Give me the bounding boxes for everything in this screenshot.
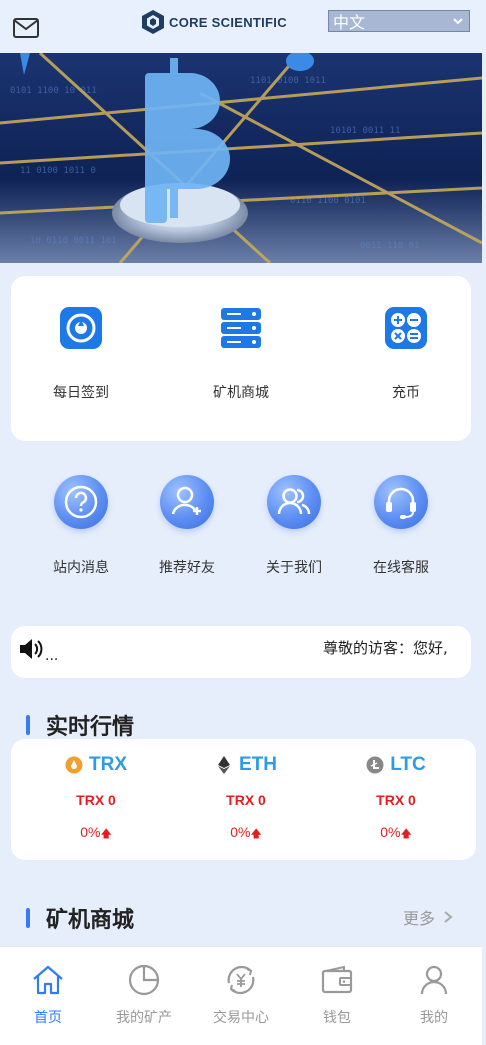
title-accent-bar — [26, 908, 30, 928]
coin-head: TRX — [21, 754, 171, 776]
circle-item-label: 关于我们 — [266, 560, 322, 576]
tab-label: 交易中心 — [213, 1010, 269, 1026]
hero-banner[interactable]: 0101 1100 10 011 1101 0100 1011 10101 00… — [0, 53, 482, 263]
market-title: 实时行情 — [46, 715, 135, 740]
headset-icon — [374, 475, 428, 529]
calculator-icon — [385, 307, 427, 349]
bitcoin-banner-image: 0101 1100 10 011 1101 0100 1011 10101 00… — [0, 53, 482, 263]
coin-name: LTC — [390, 754, 426, 775]
question-icon — [54, 475, 108, 529]
home-icon — [33, 965, 63, 995]
yuan-exchange-icon — [227, 965, 255, 995]
notice-ellipsis: ... — [45, 648, 59, 664]
bottom-tab-bar: 首页 我的矿产 交易中心 钱包 我的 — [0, 946, 482, 1045]
tab-wallet[interactable]: 钱包 — [289, 947, 385, 1045]
quick-item-label: 每日签到 — [53, 385, 109, 401]
up-arrow-icon: 🡅 — [400, 828, 412, 840]
tab-label: 我的矿产 — [116, 1010, 172, 1026]
gift-wheel-icon — [60, 307, 102, 349]
circle-item-messages[interactable]: 站内消息 — [36, 475, 126, 585]
svg-text:1101 0100 1011: 1101 0100 1011 — [250, 76, 326, 86]
notice-bar[interactable]: ... 尊敬的访客：您好, — [11, 626, 471, 678]
tab-my-mining[interactable]: 我的矿产 — [96, 947, 192, 1045]
language-value: 中文 — [333, 13, 366, 32]
shop-section-title: 矿机商城 — [26, 902, 134, 934]
market-section-title: 实时行情 — [26, 709, 134, 741]
top-header: CORE SCIENTIFIC 中文 — [0, 0, 486, 53]
more-label: 更多 — [403, 909, 436, 928]
coin-change: 0%🡅 — [321, 824, 471, 844]
quick-item-checkin[interactable]: 每日签到 — [11, 276, 151, 441]
coin-change: 0%🡅 — [171, 824, 321, 844]
tab-home[interactable]: 首页 — [0, 947, 96, 1045]
circle-item-label: 在线客服 — [373, 560, 429, 576]
svg-text:11 0100 1011 0: 11 0100 1011 0 — [20, 166, 96, 176]
coin-change-value: 0% — [230, 824, 251, 840]
chevron-down-icon — [453, 18, 463, 25]
add-user-icon — [160, 475, 214, 529]
server-icon — [221, 308, 261, 348]
trx-icon — [65, 756, 83, 774]
tab-mine[interactable]: 我的 — [386, 947, 482, 1045]
coin-price: TRX 0 — [76, 792, 116, 808]
mail-icon[interactable] — [12, 14, 40, 42]
chevron-right-icon — [444, 911, 453, 923]
coin-eth[interactable]: ETH TRX 0 0%🡅 — [171, 739, 321, 860]
coin-head: ETH — [171, 754, 321, 776]
users-icon — [267, 475, 321, 529]
coin-name: TRX — [89, 754, 127, 775]
circle-item-label: 站内消息 — [53, 560, 109, 576]
coin-change-value: 0% — [380, 824, 401, 840]
quick-actions-card: 每日签到 矿机商城 充币 — [11, 276, 471, 441]
coin-change: 0%🡅 — [21, 824, 171, 844]
ltc-icon — [366, 756, 384, 774]
svg-text:10 0110 0011 101: 10 0110 0011 101 — [30, 236, 117, 246]
coin-price: TRX 0 — [226, 792, 266, 808]
coin-head: LTC — [321, 754, 471, 776]
coin-price: TRX 0 — [376, 792, 416, 808]
market-card: TRX TRX 0 0%🡅 ETH TRX 0 0%🡅 LTC TRX 0 0%… — [11, 739, 476, 860]
brand-logo: CORE SCIENTIFIC — [140, 8, 287, 36]
quick-item-label: 矿机商城 — [213, 385, 269, 401]
tab-label: 首页 — [34, 1010, 62, 1026]
wallet-icon — [321, 965, 353, 994]
tab-trade-center[interactable]: 交易中心 — [193, 947, 289, 1045]
brand-name: CORE SCIENTIFIC — [169, 14, 287, 30]
circle-item-refer[interactable]: 推荐好友 — [142, 475, 232, 585]
coin-name: ETH — [239, 754, 277, 775]
eth-icon — [218, 756, 230, 774]
language-select[interactable]: 中文 — [328, 10, 470, 32]
notice-text: 尊敬的访客：您好, — [323, 639, 448, 657]
circle-item-support[interactable]: 在线客服 — [356, 475, 446, 585]
circle-item-label: 推荐好友 — [159, 560, 215, 576]
quick-item-label: 充币 — [392, 385, 420, 401]
title-accent-bar — [26, 715, 30, 735]
user-icon — [420, 965, 448, 995]
up-arrow-icon: 🡅 — [250, 828, 262, 840]
pie-chart-icon — [128, 964, 160, 996]
up-arrow-icon: 🡅 — [100, 828, 112, 840]
tab-label: 钱包 — [323, 1010, 351, 1026]
shop-title: 矿机商城 — [46, 908, 135, 933]
coin-ltc[interactable]: LTC TRX 0 0%🡅 — [321, 739, 471, 860]
speaker-icon — [20, 639, 43, 659]
quick-item-miner-shop[interactable]: 矿机商城 — [171, 276, 311, 441]
circle-item-about[interactable]: 关于我们 — [249, 475, 339, 585]
tab-label: 我的 — [420, 1010, 448, 1026]
quick-item-deposit[interactable]: 充币 — [336, 276, 476, 441]
hexagon-logo-icon — [142, 10, 164, 34]
svg-text:10101 0011 11: 10101 0011 11 — [330, 126, 400, 136]
more-link[interactable]: 更多 — [403, 905, 453, 929]
svg-text:0011 110 01: 0011 110 01 — [360, 241, 420, 251]
coin-trx[interactable]: TRX TRX 0 0%🡅 — [21, 739, 171, 860]
coin-change-value: 0% — [80, 824, 101, 840]
